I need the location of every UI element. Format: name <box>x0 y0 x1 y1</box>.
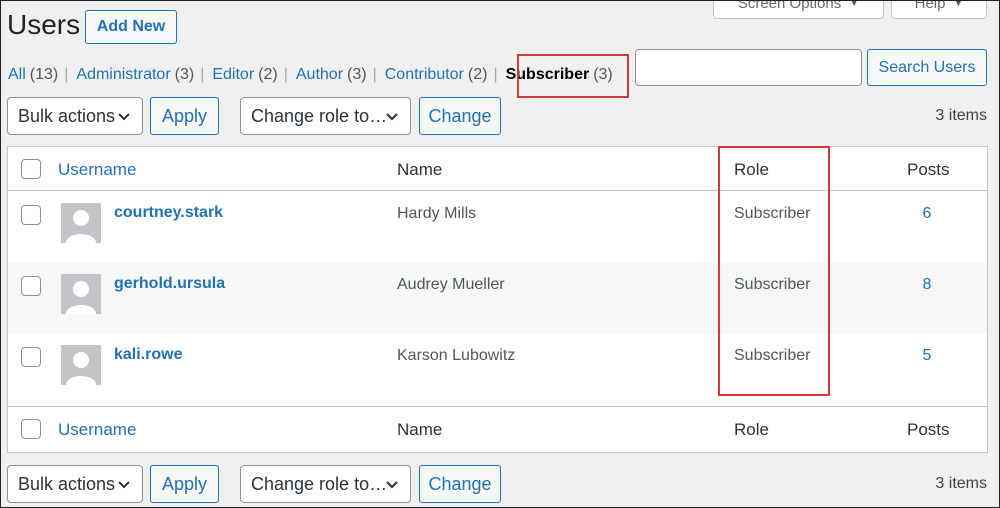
add-new-button[interactable]: Add New <box>85 10 177 44</box>
user-name: Karson Lubowitz <box>397 347 516 364</box>
screen-options-button[interactable]: Screen Options ▼ <box>713 0 884 19</box>
items-count: 3 items <box>935 107 987 124</box>
separator: | <box>283 66 288 83</box>
separator: | <box>493 66 498 83</box>
user-name: Audrey Mueller <box>397 276 505 293</box>
table-row: gerhold.ursula Audrey Mueller Subscriber… <box>8 263 987 334</box>
screen-options-label: Screen Options <box>737 0 842 12</box>
role-filter-links: All (13) | Administrator (3) | Editor (2… <box>8 66 613 84</box>
default-avatar-icon <box>61 274 101 314</box>
tablenav-top: Bulk actions Apply Change role to… Chang… <box>0 97 1000 135</box>
filter-count: (2) <box>258 66 278 83</box>
filter-editor[interactable]: Editor (2) <box>212 66 277 84</box>
column-footer-username[interactable]: Username <box>58 420 136 440</box>
chevron-down-icon <box>386 481 398 489</box>
filter-count: (2) <box>467 66 488 83</box>
user-role: Subscriber <box>734 276 811 293</box>
separator: | <box>64 66 69 83</box>
filter-count: (3) <box>174 66 195 83</box>
column-footer-role: Role <box>734 420 769 439</box>
column-footer-posts: Posts <box>907 420 950 439</box>
items-count: 3 items <box>935 475 987 492</box>
column-footer-name: Name <box>397 420 443 439</box>
posts-count-link[interactable]: 8 <box>913 276 941 294</box>
column-header-role: Role <box>734 160 769 179</box>
username-link[interactable]: courtney.stark <box>114 204 223 222</box>
bulk-actions-label: Bulk actions <box>18 105 116 126</box>
table-row: courtney.stark Hardy Mills Subscriber 6 <box>8 192 987 263</box>
row-checkbox[interactable] <box>21 347 41 367</box>
row-checkbox[interactable] <box>21 205 41 225</box>
user-role: Subscriber <box>734 347 811 364</box>
username-link[interactable]: gerhold.ursula <box>114 275 225 293</box>
change-button[interactable]: Change <box>419 97 501 135</box>
column-header-posts: Posts <box>907 160 950 179</box>
tablenav-bottom: Bulk actions Apply Change role to… Chang… <box>0 465 1000 503</box>
table-footer-row: Username Name Role Posts <box>8 406 987 452</box>
default-avatar-icon <box>61 203 101 243</box>
username-link[interactable]: kali.rowe <box>114 346 182 364</box>
help-label: Help <box>914 0 946 12</box>
apply-button[interactable]: Apply <box>150 465 219 503</box>
bulk-actions-select[interactable]: Bulk actions <box>7 97 143 135</box>
filter-count: (3) <box>347 66 367 83</box>
filter-count: (3) <box>593 66 613 83</box>
change-button[interactable]: Change <box>419 465 501 503</box>
caret-down-icon: ▼ <box>849 0 860 9</box>
change-role-label: Change role to… <box>251 473 388 494</box>
bulk-actions-label: Bulk actions <box>18 473 116 494</box>
change-role-select[interactable]: Change role to… <box>240 465 411 503</box>
change-role-label: Change role to… <box>251 105 388 126</box>
filter-editor-link[interactable]: Editor <box>212 66 254 84</box>
table-header-row: Username Name Role Posts <box>8 147 987 191</box>
user-role: Subscriber <box>734 205 811 222</box>
default-avatar-icon <box>61 345 101 385</box>
chevron-down-icon <box>118 481 130 489</box>
select-all-checkbox[interactable] <box>21 159 41 179</box>
bulk-actions-select[interactable]: Bulk actions <box>7 465 143 503</box>
change-role-select[interactable]: Change role to… <box>240 97 411 135</box>
select-all-checkbox[interactable] <box>21 419 41 439</box>
separator: | <box>200 66 205 83</box>
filter-subscriber[interactable]: Subscriber (3) <box>506 66 613 84</box>
search-input[interactable] <box>635 49 862 86</box>
filter-administrator-link[interactable]: Administrator <box>76 66 170 84</box>
table-row: kali.rowe Karson Lubowitz Subscriber 5 <box>8 334 987 405</box>
column-header-name: Name <box>397 160 443 179</box>
help-button[interactable]: Help ▼ <box>891 0 987 19</box>
apply-button[interactable]: Apply <box>150 97 219 135</box>
users-table: Username Name Role Posts courtney.stark … <box>7 146 988 453</box>
filter-all-link[interactable]: All <box>8 66 26 84</box>
filter-all[interactable]: All (13) <box>8 66 58 84</box>
filter-author-link[interactable]: Author <box>296 66 343 84</box>
filter-contributor-link[interactable]: Contributor <box>385 66 464 84</box>
filter-author[interactable]: Author (3) <box>296 66 367 84</box>
chevron-down-icon <box>118 113 130 121</box>
filter-count: (13) <box>29 66 59 83</box>
page-title: Users <box>7 9 81 40</box>
filter-administrator[interactable]: Administrator (3) <box>76 66 194 84</box>
filter-contributor[interactable]: Contributor (2) <box>385 66 488 84</box>
chevron-down-icon <box>386 113 398 121</box>
user-name: Hardy Mills <box>397 205 477 222</box>
caret-down-icon: ▼ <box>953 0 964 9</box>
row-checkbox[interactable] <box>21 276 41 296</box>
search-users-button[interactable]: Search Users <box>867 49 987 86</box>
separator: | <box>372 66 377 83</box>
posts-count-link[interactable]: 6 <box>913 205 941 223</box>
posts-count-link[interactable]: 5 <box>913 347 941 365</box>
filter-subscriber-link[interactable]: Subscriber <box>506 66 590 84</box>
column-header-username[interactable]: Username <box>58 160 136 180</box>
